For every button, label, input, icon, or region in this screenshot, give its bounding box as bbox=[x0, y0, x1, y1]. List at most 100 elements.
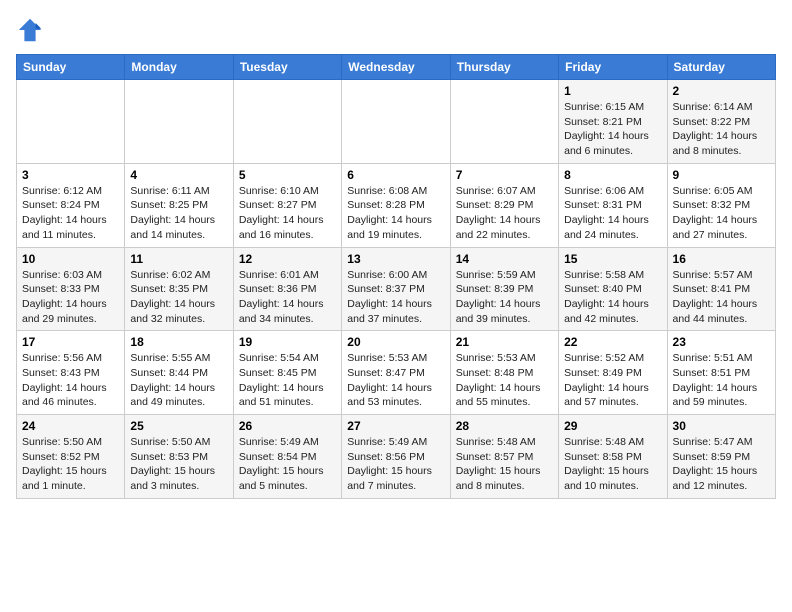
calendar-cell: 7Sunrise: 6:07 AM Sunset: 8:29 PM Daylig… bbox=[450, 163, 558, 247]
day-detail: Sunrise: 5:47 AM Sunset: 8:59 PM Dayligh… bbox=[673, 435, 770, 494]
calendar-cell: 13 Sunrise: 6:00 AM Sunset: 8:37 PM Dayli… bbox=[342, 247, 450, 331]
calendar-cell: 3 Sunrise: 6:12 AM Sunset: 8:24 PM Daylig… bbox=[17, 163, 125, 247]
logo-icon bbox=[16, 16, 44, 44]
calendar-cell: 21 Sunrise: 5:53 AM Sunset: 8:48 PM Dayli… bbox=[450, 331, 558, 415]
day-detail: Sunrise: 5:49 AM Sunset: 8:56 PM Dayligh… bbox=[347, 435, 444, 494]
day-detail: Sunrise: 5:53 AM Sunset: 8:48 PM Dayligh… bbox=[456, 351, 553, 410]
calendar-cell bbox=[17, 80, 125, 164]
calendar-week-1: 1Sunrise: 6:15 AM Sunset: 8:21 PM Daylig… bbox=[17, 80, 776, 164]
day-detail: Sunrise: 5:53 AM Sunset: 8:47 PM Dayligh… bbox=[347, 351, 444, 410]
day-detail: Sunrise: 6:11 AM Sunset: 8:25 PM Dayligh… bbox=[130, 184, 227, 243]
day-number: 18 bbox=[130, 335, 227, 349]
day-number: 22 bbox=[564, 335, 661, 349]
calendar-cell: 27 Sunrise: 5:49 AM Sunset: 8:56 PM Dayli… bbox=[342, 415, 450, 499]
calendar-cell bbox=[125, 80, 233, 164]
day-detail: Sunrise: 6:10 AM Sunset: 8:27 PM Dayligh… bbox=[239, 184, 336, 243]
col-header-thursday: Thursday bbox=[450, 55, 558, 80]
day-detail: Sunrise: 5:59 AM Sunset: 8:39 PM Dayligh… bbox=[456, 268, 553, 327]
calendar-cell: 30 Sunrise: 5:47 AM Sunset: 8:59 PM Dayli… bbox=[667, 415, 775, 499]
calendar-cell: 25Sunrise: 5:50 AM Sunset: 8:53 PM Dayli… bbox=[125, 415, 233, 499]
calendar-cell: 12 Sunrise: 6:01 AM Sunset: 8:36 PM Dayli… bbox=[233, 247, 341, 331]
day-detail: Sunrise: 5:58 AM Sunset: 8:40 PM Dayligh… bbox=[564, 268, 661, 327]
calendar-cell: 2 Sunrise: 6:14 AM Sunset: 8:22 PM Daylig… bbox=[667, 80, 775, 164]
day-number: 21 bbox=[456, 335, 553, 349]
day-detail: Sunrise: 5:48 AM Sunset: 8:58 PM Dayligh… bbox=[564, 435, 661, 494]
calendar-cell: 18 Sunrise: 5:55 AM Sunset: 8:44 PM Dayli… bbox=[125, 331, 233, 415]
calendar-cell: 6 Sunrise: 6:08 AM Sunset: 8:28 PM Daylig… bbox=[342, 163, 450, 247]
day-number: 14 bbox=[456, 252, 553, 266]
logo bbox=[16, 16, 48, 44]
page-header bbox=[16, 16, 776, 44]
calendar-cell: 20 Sunrise: 5:53 AM Sunset: 8:47 PM Dayli… bbox=[342, 331, 450, 415]
day-number: 29 bbox=[564, 419, 661, 433]
calendar-cell: 28 Sunrise: 5:48 AM Sunset: 8:57 PM Dayli… bbox=[450, 415, 558, 499]
col-header-friday: Friday bbox=[559, 55, 667, 80]
col-header-sunday: Sunday bbox=[17, 55, 125, 80]
day-detail: Sunrise: 5:50 AM Sunset: 8:52 PM Dayligh… bbox=[22, 435, 119, 494]
day-detail: Sunrise: 5:55 AM Sunset: 8:44 PM Dayligh… bbox=[130, 351, 227, 410]
calendar-cell: 29 Sunrise: 5:48 AM Sunset: 8:58 PM Dayli… bbox=[559, 415, 667, 499]
day-number: 30 bbox=[673, 419, 770, 433]
day-number: 27 bbox=[347, 419, 444, 433]
day-number: 19 bbox=[239, 335, 336, 349]
day-detail: Sunrise: 6:02 AM Sunset: 8:35 PM Dayligh… bbox=[130, 268, 227, 327]
day-number: 9 bbox=[673, 168, 770, 182]
day-detail: Sunrise: 6:06 AM Sunset: 8:31 PM Dayligh… bbox=[564, 184, 661, 243]
calendar-cell: 11 Sunrise: 6:02 AM Sunset: 8:35 PM Dayli… bbox=[125, 247, 233, 331]
calendar-cell: 26 Sunrise: 5:49 AM Sunset: 8:54 PM Dayli… bbox=[233, 415, 341, 499]
calendar-cell bbox=[342, 80, 450, 164]
day-detail: Sunrise: 6:01 AM Sunset: 8:36 PM Dayligh… bbox=[239, 268, 336, 327]
day-number: 2 bbox=[673, 84, 770, 98]
day-number: 1 bbox=[564, 84, 661, 98]
day-number: 12 bbox=[239, 252, 336, 266]
day-number: 8 bbox=[564, 168, 661, 182]
day-number: 17 bbox=[22, 335, 119, 349]
calendar-cell: 5Sunrise: 6:10 AM Sunset: 8:27 PM Daylig… bbox=[233, 163, 341, 247]
day-number: 11 bbox=[130, 252, 227, 266]
calendar-cell: 24 Sunrise: 5:50 AM Sunset: 8:52 PM Dayli… bbox=[17, 415, 125, 499]
calendar-cell: 14 Sunrise: 5:59 AM Sunset: 8:39 PM Dayli… bbox=[450, 247, 558, 331]
calendar-cell bbox=[450, 80, 558, 164]
day-number: 7 bbox=[456, 168, 553, 182]
col-header-wednesday: Wednesday bbox=[342, 55, 450, 80]
calendar-cell: 15 Sunrise: 5:58 AM Sunset: 8:40 PM Dayli… bbox=[559, 247, 667, 331]
day-number: 16 bbox=[673, 252, 770, 266]
day-number: 10 bbox=[22, 252, 119, 266]
day-detail: Sunrise: 6:12 AM Sunset: 8:24 PM Dayligh… bbox=[22, 184, 119, 243]
day-number: 3 bbox=[22, 168, 119, 182]
calendar-cell: 19 Sunrise: 5:54 AM Sunset: 8:45 PM Dayli… bbox=[233, 331, 341, 415]
day-detail: Sunrise: 5:49 AM Sunset: 8:54 PM Dayligh… bbox=[239, 435, 336, 494]
calendar-week-4: 17 Sunrise: 5:56 AM Sunset: 8:43 PM Dayli… bbox=[17, 331, 776, 415]
col-header-monday: Monday bbox=[125, 55, 233, 80]
calendar-cell: 10 Sunrise: 6:03 AM Sunset: 8:33 PM Dayli… bbox=[17, 247, 125, 331]
calendar-cell: 4 Sunrise: 6:11 AM Sunset: 8:25 PM Daylig… bbox=[125, 163, 233, 247]
day-number: 20 bbox=[347, 335, 444, 349]
calendar-cell: 23Sunrise: 5:51 AM Sunset: 8:51 PM Dayli… bbox=[667, 331, 775, 415]
calendar-cell: 8 Sunrise: 6:06 AM Sunset: 8:31 PM Daylig… bbox=[559, 163, 667, 247]
day-number: 26 bbox=[239, 419, 336, 433]
calendar-cell bbox=[233, 80, 341, 164]
day-detail: Sunrise: 6:03 AM Sunset: 8:33 PM Dayligh… bbox=[22, 268, 119, 327]
day-detail: Sunrise: 5:51 AM Sunset: 8:51 PM Dayligh… bbox=[673, 351, 770, 410]
day-number: 4 bbox=[130, 168, 227, 182]
day-number: 6 bbox=[347, 168, 444, 182]
day-number: 24 bbox=[22, 419, 119, 433]
calendar-cell: 22Sunrise: 5:52 AM Sunset: 8:49 PM Dayli… bbox=[559, 331, 667, 415]
day-detail: Sunrise: 5:50 AM Sunset: 8:53 PM Dayligh… bbox=[130, 435, 227, 494]
day-number: 28 bbox=[456, 419, 553, 433]
calendar-cell: 1Sunrise: 6:15 AM Sunset: 8:21 PM Daylig… bbox=[559, 80, 667, 164]
calendar-table: SundayMondayTuesdayWednesdayThursdayFrid… bbox=[16, 54, 776, 499]
day-detail: Sunrise: 6:08 AM Sunset: 8:28 PM Dayligh… bbox=[347, 184, 444, 243]
day-detail: Sunrise: 6:00 AM Sunset: 8:37 PM Dayligh… bbox=[347, 268, 444, 327]
day-detail: Sunrise: 5:54 AM Sunset: 8:45 PM Dayligh… bbox=[239, 351, 336, 410]
calendar-header-row: SundayMondayTuesdayWednesdayThursdayFrid… bbox=[17, 55, 776, 80]
day-detail: Sunrise: 5:48 AM Sunset: 8:57 PM Dayligh… bbox=[456, 435, 553, 494]
day-detail: Sunrise: 6:14 AM Sunset: 8:22 PM Dayligh… bbox=[673, 100, 770, 159]
day-number: 13 bbox=[347, 252, 444, 266]
calendar-week-2: 3 Sunrise: 6:12 AM Sunset: 8:24 PM Daylig… bbox=[17, 163, 776, 247]
calendar-cell: 16Sunrise: 5:57 AM Sunset: 8:41 PM Dayli… bbox=[667, 247, 775, 331]
day-number: 15 bbox=[564, 252, 661, 266]
day-detail: Sunrise: 6:05 AM Sunset: 8:32 PM Dayligh… bbox=[673, 184, 770, 243]
calendar-cell: 9 Sunrise: 6:05 AM Sunset: 8:32 PM Daylig… bbox=[667, 163, 775, 247]
day-detail: Sunrise: 5:56 AM Sunset: 8:43 PM Dayligh… bbox=[22, 351, 119, 410]
